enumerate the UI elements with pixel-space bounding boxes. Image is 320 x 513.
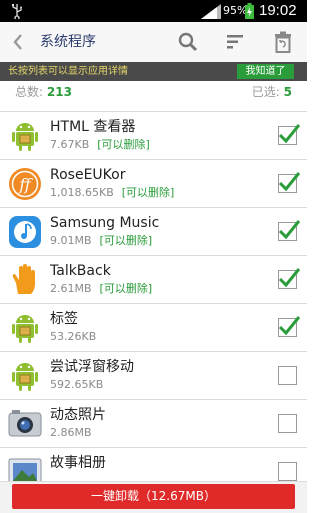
app-size: 9.01MB: [50, 234, 92, 247]
app-size: 7.67KB: [50, 138, 90, 151]
checkmark-icon: [278, 316, 301, 336]
camera-icon: [8, 410, 42, 437]
usb-icon: [12, 4, 22, 19]
bottom-bar: 一键卸载（12.67MB）: [0, 481, 307, 513]
checkmark-icon: [278, 220, 301, 240]
app-bar: 系统程序: [0, 22, 307, 63]
app-name: 标签: [50, 311, 78, 327]
hint-message: 长按列表可以显示应用详情: [8, 66, 128, 77]
search-icon: [178, 32, 198, 52]
battery-percent: 95%: [223, 4, 248, 17]
app-size: 53.26KB: [50, 330, 97, 343]
battery-icon: [245, 3, 254, 19]
app-meta: 2.86MB: [50, 426, 92, 440]
app-meta: 7.67KB [可以删除]: [50, 138, 150, 152]
app-name: RoseEUKor: [50, 167, 126, 183]
app-size: 2.86MB: [50, 426, 92, 439]
hint-bar: 长按列表可以显示应用详情 我知道了: [0, 62, 307, 81]
removable-tag: [可以删除]: [99, 282, 153, 295]
app-meta: 592.65KB: [50, 378, 103, 392]
selected-count: 已选: 5: [252, 83, 292, 101]
search-button[interactable]: [174, 28, 202, 56]
select-checkbox[interactable]: [278, 124, 301, 145]
list-item[interactable]: 标签 53.26KB: [0, 304, 307, 352]
removable-tag: [可以删除]: [97, 138, 150, 151]
removable-tag: [可以删除]: [99, 234, 153, 247]
checkmark-icon: [278, 172, 301, 192]
app-name: 动态照片: [50, 407, 106, 423]
sort-icon: [227, 35, 243, 49]
app-name: HTML 查看器: [50, 119, 136, 135]
app-size: 1,018.65KB: [50, 186, 114, 199]
checkmark-icon: [278, 268, 301, 288]
checkmark-icon: [278, 124, 301, 144]
app-meta: 9.01MB [可以删除]: [50, 234, 152, 248]
total-label: 总数:: [15, 85, 44, 99]
app-name: 故事相册: [50, 455, 106, 471]
select-checkbox[interactable]: [278, 172, 301, 193]
app-name: 尝试浮窗移动: [50, 359, 134, 375]
app-name: Samsung Music: [50, 215, 160, 231]
select-checkbox[interactable]: [278, 462, 297, 481]
photo-album-icon: [8, 458, 42, 482]
sort-button[interactable]: [221, 28, 249, 56]
app-size: 592.65KB: [50, 378, 104, 391]
got-it-button[interactable]: 我知道了: [237, 64, 294, 79]
selected-label: 已选:: [251, 85, 280, 99]
removable-tag: [可以删除]: [121, 186, 175, 199]
list-item[interactable]: 故事相册: [0, 448, 307, 482]
app-name: TalkBack: [50, 263, 111, 279]
selected-value: 5: [283, 85, 292, 99]
clock: 19:02: [259, 2, 297, 19]
back-arrow-icon[interactable]: [10, 31, 26, 53]
recycle-bin-button[interactable]: [269, 28, 297, 56]
list-item[interactable]: 动态照片 2.86MB: [0, 400, 307, 448]
total-value: 213: [46, 85, 72, 99]
app-meta: 2.61MB [可以删除]: [50, 282, 152, 296]
app-size: 2.61MB: [50, 282, 92, 295]
list-item[interactable]: Samsung Music 9.01MB [可以删除]: [0, 208, 307, 256]
summary-row: 总数: 213 已选: 5: [0, 81, 307, 103]
select-checkbox[interactable]: [278, 268, 301, 289]
app-meta: 53.26KB: [50, 330, 96, 344]
trash-icon: [275, 31, 291, 53]
page-title: 系统程序: [40, 34, 96, 50]
app-list[interactable]: HTML 查看器 7.67KB [可以删除] ff RoseEUKor 1,018…: [0, 111, 307, 482]
select-checkbox[interactable]: [278, 316, 301, 337]
list-item[interactable]: ff RoseEUKor 1,018.65KB [可以删除]: [0, 160, 307, 208]
select-checkbox[interactable]: [278, 366, 297, 385]
music-note-icon: [9, 216, 41, 248]
app-meta: 1,018.65KB [可以删除]: [50, 186, 174, 200]
android-icon: [12, 315, 38, 343]
android-icon: [12, 123, 38, 151]
select-checkbox[interactable]: [278, 220, 301, 241]
status-bar: 95% 19:02: [0, 0, 307, 22]
android-icon: [12, 363, 38, 391]
hand-icon: [12, 264, 35, 294]
total-count: 总数: 213: [15, 83, 72, 101]
select-checkbox[interactable]: [278, 414, 297, 433]
font-ff-icon: ff: [9, 168, 41, 200]
signal-icon: [201, 4, 221, 19]
list-item[interactable]: TalkBack 2.61MB [可以删除]: [0, 256, 307, 304]
list-item[interactable]: 尝试浮窗移动 592.65KB: [0, 352, 307, 400]
uninstall-button[interactable]: 一键卸载（12.67MB）: [12, 484, 295, 509]
list-item[interactable]: HTML 查看器 7.67KB [可以删除]: [0, 112, 307, 160]
